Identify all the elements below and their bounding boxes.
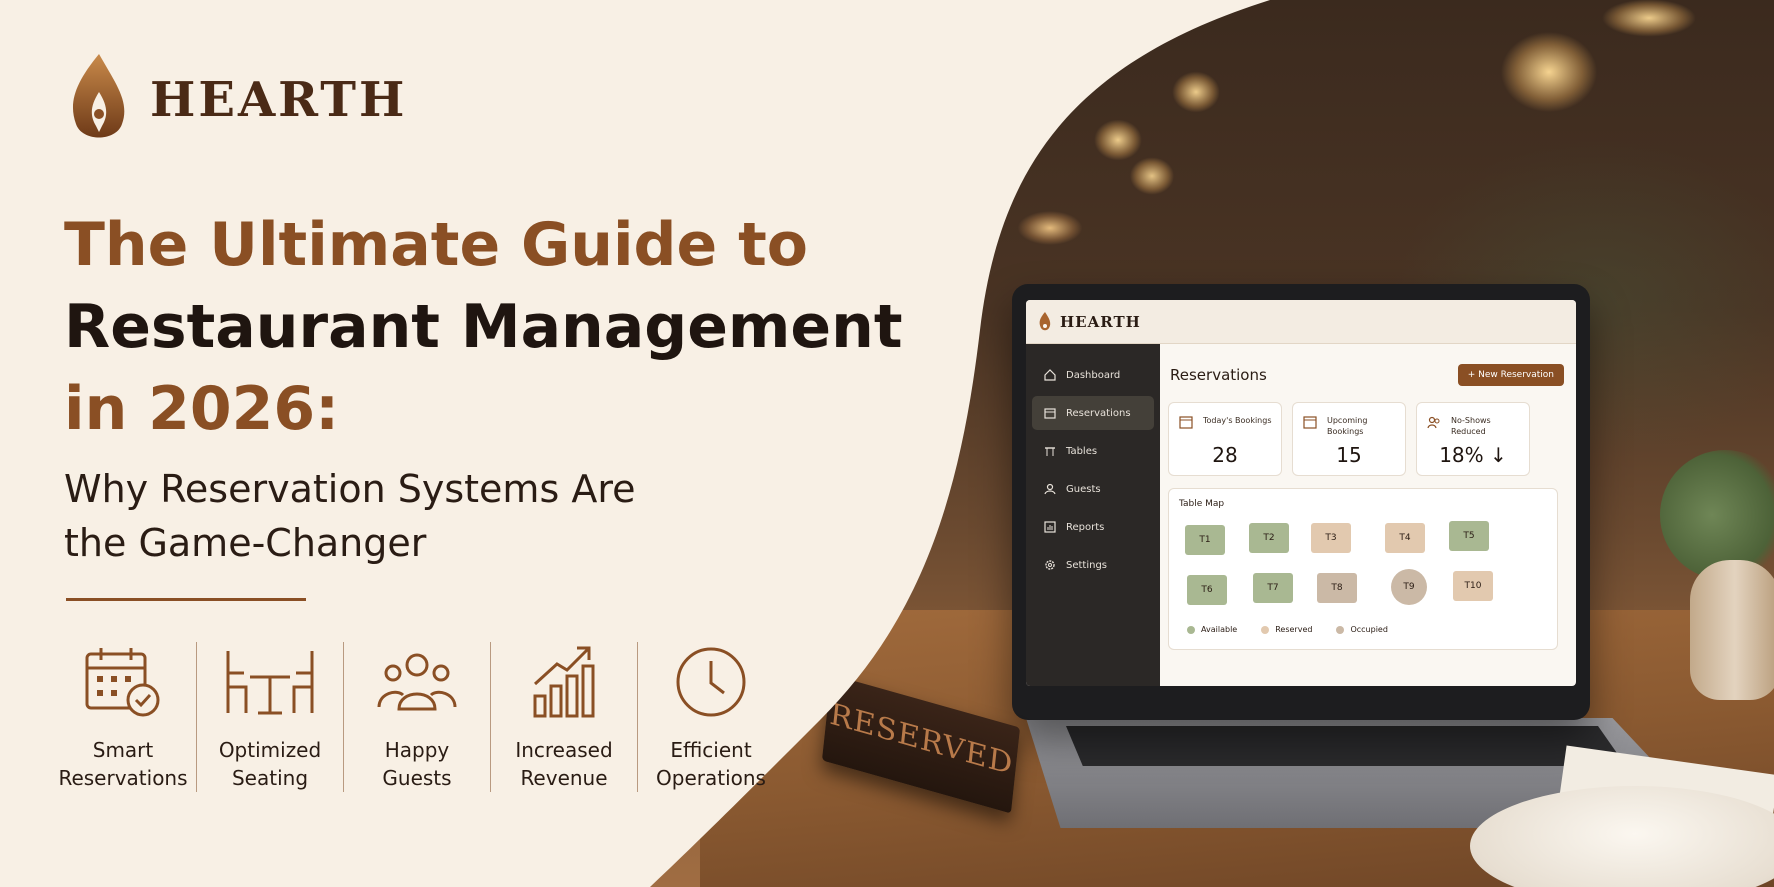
table-t5[interactable]: T5 bbox=[1449, 521, 1489, 551]
table-t8[interactable]: T8 bbox=[1317, 573, 1357, 603]
flame-logo-icon bbox=[1039, 311, 1051, 330]
gear-icon bbox=[1045, 560, 1055, 570]
table-t6[interactable]: T6 bbox=[1187, 575, 1227, 605]
legend-occupied: Occupied bbox=[1336, 625, 1388, 634]
feature-efficient-operations: Efficient Operations bbox=[638, 642, 784, 792]
sidebar-item-label: Tables bbox=[1066, 445, 1098, 457]
stat-label: No-Shows Reduced bbox=[1451, 416, 1491, 436]
clock-icon bbox=[676, 647, 746, 717]
table-icon bbox=[1045, 447, 1055, 456]
calendar-check-icon bbox=[85, 648, 160, 717]
flame-logo-icon bbox=[72, 54, 125, 138]
sidebar-item-label: Dashboard bbox=[1066, 369, 1121, 381]
subtitle: Why Reservation Systems Are the Game-Cha… bbox=[64, 467, 636, 565]
feature-list: Smart Reservations Optimized Seating Hap… bbox=[50, 642, 784, 792]
sidebar-item-reservations[interactable]: Reservations bbox=[1032, 396, 1154, 430]
app-screen: HEARTH Dashboard Reservations Tables Gue… bbox=[1026, 300, 1576, 686]
table-t3[interactable]: T3 bbox=[1311, 523, 1351, 553]
stat-label: Upcoming Bookings bbox=[1327, 416, 1368, 436]
feature-label: Increased Revenue bbox=[515, 738, 613, 790]
stat-value: 28 bbox=[1212, 443, 1238, 467]
stat-value: 15 bbox=[1336, 443, 1362, 467]
sidebar-item-reports[interactable]: Reports bbox=[1032, 510, 1154, 544]
table-map: Table Map T1 T2 T3 T4 T5 T6 T7 T8 T9 T10… bbox=[1168, 488, 1558, 650]
headline-line-2: Restaurant Management bbox=[64, 292, 903, 362]
app-header: HEARTH bbox=[1026, 300, 1576, 344]
table-map-legend: Available Reserved Occupied bbox=[1187, 625, 1388, 634]
table-t9[interactable]: T9 bbox=[1391, 569, 1427, 605]
legend-reserved: Reserved bbox=[1261, 625, 1312, 634]
headline-line-1: The Ultimate Guide to bbox=[64, 210, 808, 280]
feature-label: Smart Reservations bbox=[58, 738, 188, 790]
calendar-icon bbox=[1303, 416, 1317, 429]
sidebar-item-label: Reports bbox=[1066, 521, 1105, 533]
feature-label: Efficient Operations bbox=[656, 738, 766, 790]
sidebar-item-settings[interactable]: Settings bbox=[1032, 548, 1154, 582]
sidebar-item-label: Guests bbox=[1066, 483, 1101, 495]
stat-cards: Today's Bookings 28 Upcoming Bookings 15… bbox=[1168, 402, 1530, 476]
sidebar-item-dashboard[interactable]: Dashboard bbox=[1032, 358, 1154, 392]
brand: HEARTH bbox=[68, 52, 407, 148]
feature-label: Optimized Seating bbox=[218, 738, 322, 790]
users-icon bbox=[1427, 416, 1440, 429]
stat-card-upcoming-bookings: Upcoming Bookings 15 bbox=[1292, 402, 1406, 476]
feature-increased-revenue: Increased Revenue bbox=[491, 642, 637, 792]
feature-happy-guests: Happy Guests bbox=[344, 642, 490, 792]
app-main: Reservations + New Reservation Today's B… bbox=[1160, 344, 1576, 686]
sidebar-item-tables[interactable]: Tables bbox=[1032, 434, 1154, 468]
stat-card-today-bookings: Today's Bookings 28 bbox=[1168, 402, 1282, 476]
sidebar-item-label: Settings bbox=[1066, 559, 1108, 571]
headline-line-3: in 2026: bbox=[64, 374, 340, 444]
growth-chart-icon bbox=[533, 646, 595, 718]
plant-pot bbox=[1690, 560, 1774, 700]
app-sidebar: Dashboard Reservations Tables Guests Rep… bbox=[1026, 344, 1160, 686]
feature-optimized-seating: Optimized Seating bbox=[197, 642, 343, 792]
brand-name: HEARTH bbox=[150, 72, 408, 128]
sidebar-item-guests[interactable]: Guests bbox=[1032, 472, 1154, 506]
calendar-icon bbox=[1044, 408, 1056, 419]
calendar-icon bbox=[1179, 416, 1193, 429]
laptop-keyboard bbox=[1066, 726, 1626, 766]
app-brand-name: HEARTH bbox=[1060, 312, 1141, 331]
new-reservation-button[interactable]: + New Reservation bbox=[1457, 364, 1564, 386]
home-icon bbox=[1044, 369, 1056, 381]
table-t7[interactable]: T7 bbox=[1253, 573, 1293, 603]
divider bbox=[66, 598, 306, 601]
table-t2[interactable]: T2 bbox=[1249, 523, 1289, 553]
legend-available: Available bbox=[1187, 625, 1237, 634]
stat-value: 18% ↓ bbox=[1439, 443, 1507, 467]
feature-label: Happy Guests bbox=[382, 738, 452, 790]
sidebar-item-label: Reservations bbox=[1066, 407, 1131, 419]
report-icon bbox=[1044, 521, 1056, 533]
feature-smart-reservations: Smart Reservations bbox=[50, 642, 196, 792]
table-map-title: Table Map bbox=[1179, 499, 1225, 509]
user-icon bbox=[1044, 483, 1056, 495]
page-title: Reservations bbox=[1170, 366, 1267, 384]
table-t10[interactable]: T10 bbox=[1453, 571, 1493, 601]
table-chairs-icon bbox=[226, 651, 314, 715]
stat-label: Today's Bookings bbox=[1203, 416, 1272, 425]
table-t4[interactable]: T4 bbox=[1385, 523, 1425, 553]
headline: The Ultimate Guide to Restaurant Managem… bbox=[64, 204, 903, 450]
guests-icon bbox=[377, 653, 457, 711]
table-t1[interactable]: T1 bbox=[1185, 525, 1225, 555]
stat-card-no-shows: No-Shows Reduced 18% ↓ bbox=[1416, 402, 1530, 476]
